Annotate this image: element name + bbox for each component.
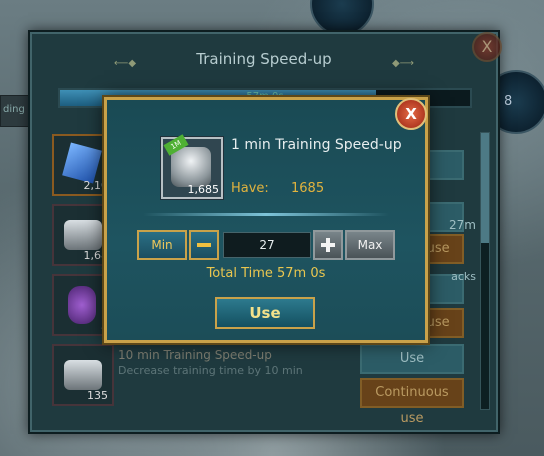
quantity-input[interactable]: 27: [223, 232, 311, 258]
item-count: 135: [87, 389, 108, 402]
side-label: 27m: [449, 218, 476, 232]
item-description: Decrease training time by 10 min: [118, 364, 303, 377]
list-scrollbar[interactable]: [480, 132, 490, 410]
left-edge-label: ding: [3, 104, 25, 115]
max-button[interactable]: Max: [345, 230, 395, 260]
divider: [143, 213, 389, 216]
have-value: 1685: [291, 181, 325, 196]
item-name: 1 min Training Speed-up: [231, 137, 402, 153]
speedup-use-dialog: X 1M 1,685 1 min Training Speed-up Have:…: [104, 97, 428, 343]
have-label: Have:: [231, 181, 269, 196]
hud-round-label: 8: [504, 94, 513, 109]
scrollbar-thumb[interactable]: [481, 133, 489, 243]
decrease-button[interactable]: [189, 230, 219, 260]
min-button[interactable]: Min: [137, 230, 187, 260]
item-count: 1,685: [187, 183, 220, 196]
increase-button[interactable]: [313, 230, 343, 260]
continuous-use-button[interactable]: Continuous use: [360, 378, 464, 426]
dialog-close-button[interactable]: X: [395, 98, 427, 130]
use-button[interactable]: Use: [360, 344, 464, 374]
total-time-text: Total Time 57m 0s: [206, 266, 326, 281]
item-icon-frame: 1M 1,685: [161, 134, 223, 199]
use-button[interactable]: Use: [215, 297, 315, 329]
side-label: acks: [451, 270, 476, 283]
close-icon: X: [405, 105, 417, 123]
bag-icon: [68, 286, 96, 324]
drum-icon: [64, 360, 102, 390]
close-button[interactable]: X: [472, 32, 502, 62]
title-ornament-right: ◆⟶: [391, 58, 414, 69]
panel-title: Training Speed-up: [196, 50, 332, 68]
item-slot[interactable]: 135: [52, 344, 114, 406]
title-ornament-left: ⟵◆: [114, 58, 137, 69]
item-title: 10 min Training Speed-up: [118, 348, 272, 362]
speedup-drum-icon: [171, 147, 211, 187]
left-edge-tab: ding: [0, 95, 30, 127]
list-item: 135 10 min Training Speed-up Decrease tr…: [52, 344, 472, 426]
gem-icon: [62, 142, 102, 184]
drum-icon: [64, 220, 102, 250]
